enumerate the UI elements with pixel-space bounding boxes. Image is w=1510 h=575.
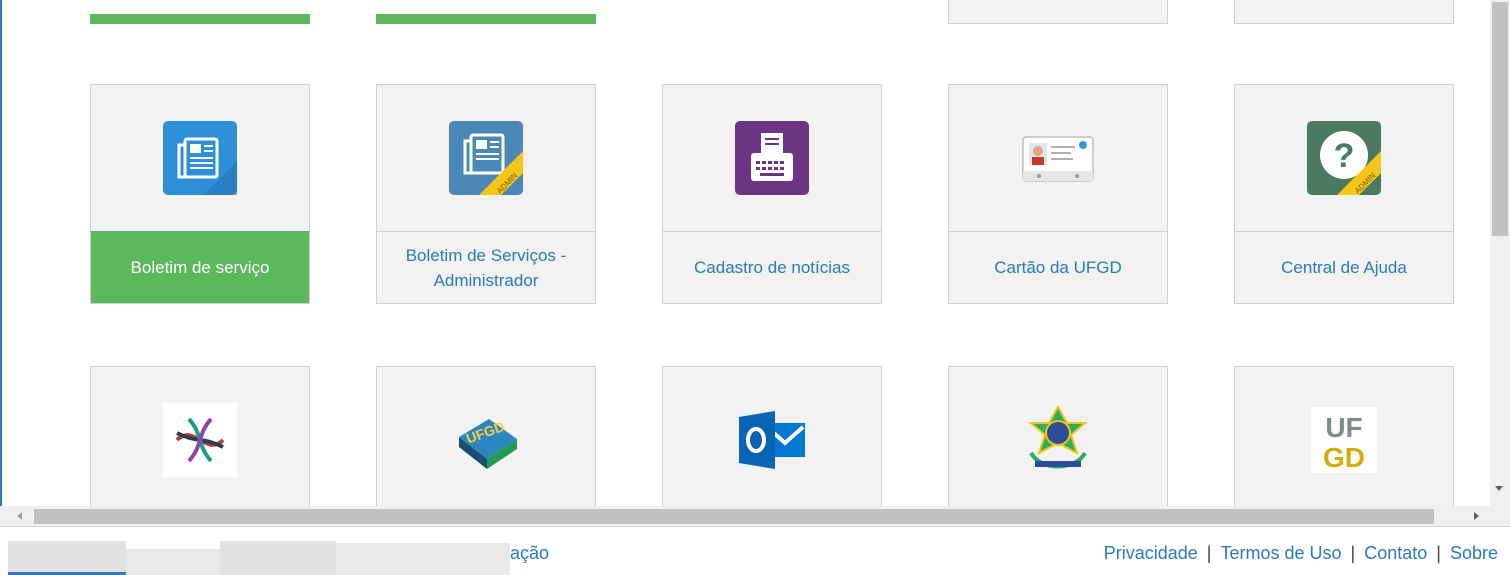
vertical-scrollbar[interactable] [1490,0,1510,506]
footer-separator: | [1436,543,1441,563]
footer-separator: | [1350,543,1356,563]
scroll-down-arrow-icon[interactable] [1495,486,1503,491]
scroll-left-arrow-icon[interactable] [17,512,22,520]
tile-label[interactable]: Boletim de serviço [91,231,309,303]
tile-icon-area: UF GD [1235,367,1453,506]
footer: ação Privacidade | Termos de Uso | Contato | S… [0,526,1510,575]
partial-tile-1[interactable] [90,0,310,24]
tile-label[interactable]: Cadastro de notícias [663,231,881,303]
tile-icon-area [663,85,881,231]
partial-tile-4[interactable] [948,0,1168,24]
tile-icon-area [949,367,1167,506]
help-admin-icon: ? ADMIN [1307,121,1381,195]
tile-boletim-de-servico[interactable]: Boletim de serviço [90,84,310,304]
tile-icon-area: ? ADMIN [1235,85,1453,231]
tile-row2-1[interactable] [90,366,310,506]
ufgd-logo-icon: UF GD [1311,407,1377,473]
footer-link-sobre[interactable]: Sobre [1450,543,1498,563]
svg-text:?: ? [1334,137,1355,175]
typewriter-icon [735,121,809,195]
tile-row2-3[interactable] [662,366,882,506]
brazil-coat-of-arms-icon [1028,404,1088,469]
tile-icon-area: UFGD [377,367,595,506]
tile-cadastro-de-noticias[interactable]: Cadastro de notícias [662,84,882,304]
obscured-tab[interactable] [220,541,336,575]
obscured-area [126,549,220,575]
obscured-area [336,543,510,575]
tile-boletim-admin[interactable]: ADMIN Boletim de Serviços - Administrado… [376,84,596,304]
scrollbar-corner [1490,506,1510,526]
tile-icon-area: ADMIN [377,85,595,231]
tile-icon-area [949,85,1167,231]
tile-central-de-ajuda[interactable]: ? ADMIN Central de Ajuda [1234,84,1454,304]
outlook-icon [739,411,805,469]
tile-label[interactable]: Boletim de Serviços - Administrador [377,231,595,303]
footer-link-contato[interactable]: Contato [1364,543,1427,563]
newspaper-admin-icon: ADMIN [449,121,523,195]
footer-separator: | [1206,543,1212,563]
app-grid-viewport: Boletim de serviço ADMIN Boletim de Serv… [0,0,1490,506]
footer-link-termos-de-uso[interactable]: Termos de Uso [1220,543,1341,563]
partial-tile-5[interactable] [1234,0,1454,24]
footer-link-privacidade[interactable]: Privacidade [1104,543,1198,563]
ufgd-books-icon: UFGD [459,418,517,469]
obscured-tab[interactable] [8,541,126,575]
footer-partial-link[interactable]: ação [510,543,549,564]
svg-text:UF: UF [1325,412,1362,443]
tile-icon-area [91,367,309,506]
svg-text:GD: GD [1323,442,1365,473]
horizontal-scrollbar[interactable] [0,506,1490,526]
colorful-asterisk-logo-icon [163,403,237,477]
vertical-scroll-thumb[interactable] [1492,2,1508,236]
tile-icon-area [91,85,309,231]
tile-cartao-da-ufgd[interactable]: Cartão da UFGD [948,84,1168,304]
horizontal-scroll-thumb[interactable] [34,509,1434,524]
footer-links: Privacidade | Termos de Uso | Contato | Sobre [1104,543,1498,564]
tile-row2-5[interactable]: UF GD [1234,366,1454,506]
scroll-right-arrow-icon[interactable] [1474,512,1479,520]
tile-row2-2[interactable]: UFGD [376,366,596,506]
tile-row2-4[interactable] [948,366,1168,506]
tile-label[interactable]: Cartão da UFGD [949,231,1167,303]
tile-label[interactable]: Central de Ajuda [1235,231,1453,303]
id-card-icon [1022,136,1094,182]
partial-tile-2[interactable] [376,0,596,24]
newspaper-icon [163,121,237,195]
tile-icon-area [663,367,881,506]
